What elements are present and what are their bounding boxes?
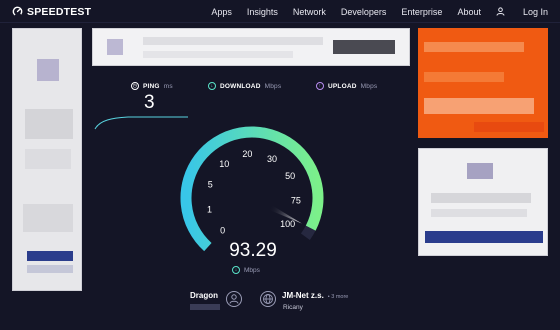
globe-icon: [260, 291, 276, 307]
isp-name: Dragon: [190, 291, 218, 300]
speed-unit-label: ↓ Mbps: [232, 266, 260, 274]
speed-gauge: 0 1 5 10 20 30 50 75 100: [94, 116, 324, 252]
gauge-tick-label: 75: [291, 195, 301, 205]
gauge-tick-label: 20: [242, 149, 252, 159]
download-trace-line: [94, 116, 188, 130]
server-name-link[interactable]: JM-Net z.s. • 3 more: [282, 291, 348, 300]
gauge-tick-label: 10: [219, 159, 229, 169]
gauge-tick-label: 50: [285, 171, 295, 181]
gauge-tick-label: 100: [280, 219, 295, 229]
gauge-tick-label: 30: [267, 154, 277, 164]
isp-ip-address: [190, 304, 220, 310]
person-icon: [226, 291, 242, 307]
download-speed-value: 93.29: [229, 240, 277, 261]
gauge-tick-label: 5: [208, 179, 213, 189]
speed-unit-text: Mbps: [244, 266, 260, 274]
server-name: JM-Net z.s.: [282, 291, 324, 300]
server-location: Ricany: [283, 304, 303, 311]
gauge-tick-label: 0: [220, 226, 225, 236]
more-servers-link[interactable]: • 3 more: [328, 294, 349, 300]
gauge-tick-label: 1: [207, 204, 212, 214]
download-arrow-icon: ↓: [232, 266, 240, 274]
